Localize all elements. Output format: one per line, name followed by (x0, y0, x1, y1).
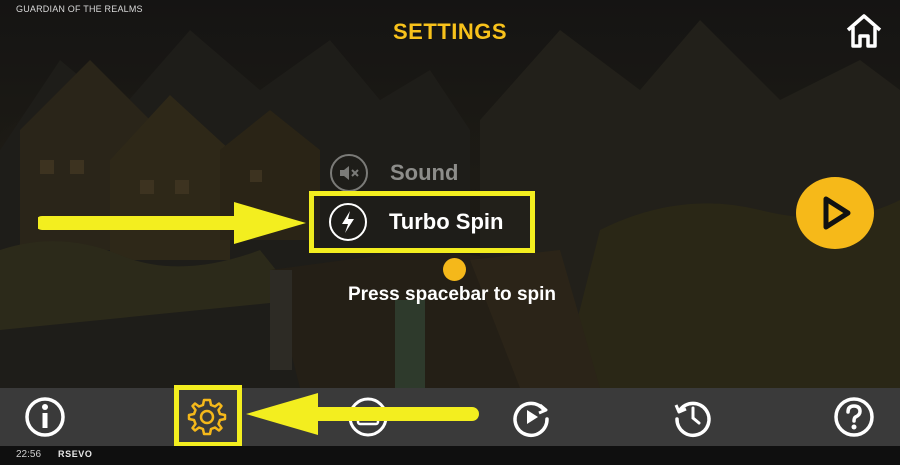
help-icon[interactable] (833, 396, 875, 438)
turbo-spin-highlight (309, 191, 535, 253)
home-icon (846, 14, 882, 48)
play-icon (823, 196, 851, 230)
history-icon[interactable] (672, 396, 714, 438)
home-button[interactable] (844, 12, 884, 50)
play-button[interactable] (796, 177, 874, 249)
page-title: SETTINGS (392, 19, 507, 44)
sound-label: Sound (390, 160, 459, 185)
brand-logo: RSEVO (58, 449, 93, 459)
spacebar-hint: Press spacebar to spin (347, 284, 557, 305)
info-icon[interactable] (24, 396, 66, 438)
turbo-spin-toggle[interactable] (443, 258, 466, 281)
annotation-arrow-left (246, 393, 479, 435)
autoplay-icon[interactable] (510, 396, 552, 438)
sound-setting-row[interactable]: Sound (330, 154, 458, 192)
annotation-arrow-right (38, 202, 306, 244)
clock: 22:56 (16, 449, 42, 460)
game-title: GUARDIAN OF THE REALMS (16, 4, 143, 14)
sound-off-icon[interactable] (330, 154, 368, 192)
status-bar: 22:56 RSEVO (0, 446, 900, 465)
settings-button-highlight (174, 385, 242, 447)
